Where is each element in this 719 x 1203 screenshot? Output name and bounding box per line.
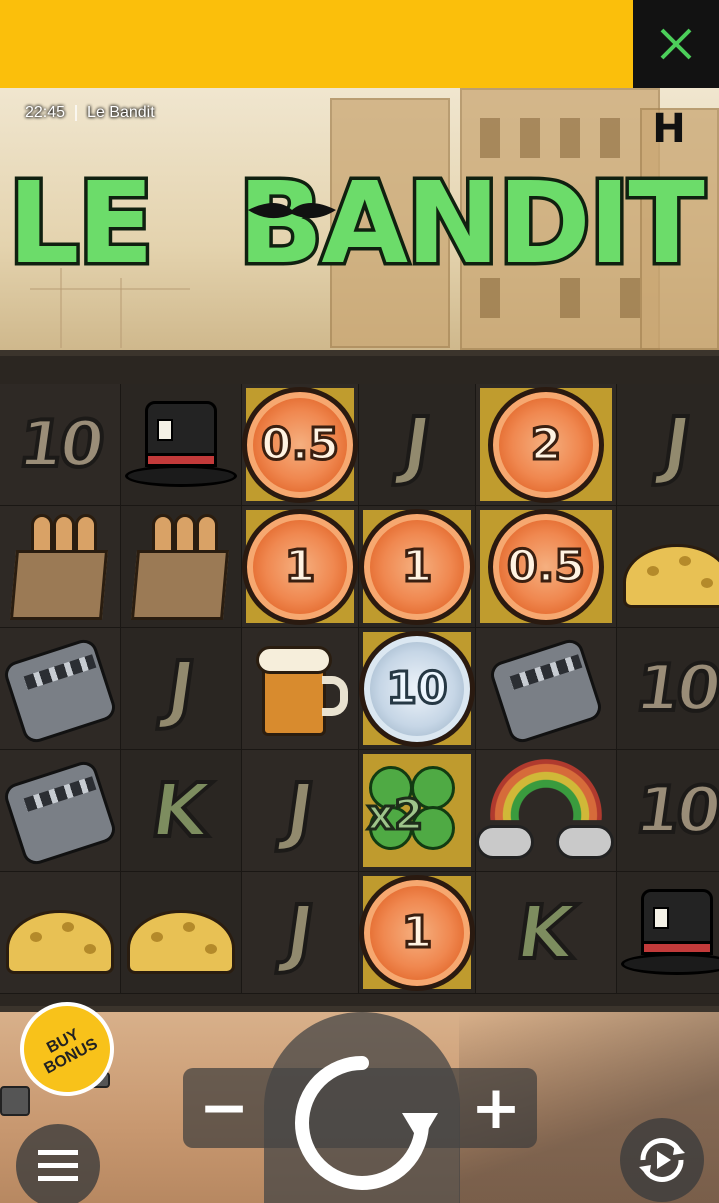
reel-cell: 2 [476, 384, 617, 506]
spin-icon [295, 1055, 438, 1190]
coin-symbol: 1 [359, 508, 475, 625]
coin-symbol: 0.5 [242, 386, 358, 503]
symbol-ten: 10 [629, 772, 719, 850]
logo-word-le: LE [8, 159, 152, 289]
reel-cell: 1 [359, 872, 476, 994]
hamburger-menu-icon [38, 1150, 78, 1181]
coin-value: 2 [529, 418, 563, 472]
increase-bet-button[interactable]: + [456, 1068, 536, 1148]
reel-cell: J [242, 750, 359, 872]
symbol-ten: 10 [12, 406, 107, 484]
coin-symbol: 2 [488, 386, 604, 503]
status-separator [75, 105, 78, 121]
menu-button[interactable] [16, 1124, 100, 1203]
logo-word-bandit: BANDIT [238, 159, 704, 289]
reel-cell: 0.5 [476, 506, 617, 628]
close-button[interactable] [633, 0, 719, 88]
symbol-jack: J [278, 888, 322, 978]
reel-cell [0, 872, 121, 994]
symbol-ten: 10 [629, 650, 719, 728]
reel-cell [0, 750, 121, 872]
app-name: Le Bandit [87, 104, 155, 121]
reel-cell [617, 506, 719, 628]
reel-cell [617, 872, 719, 994]
bear-trap-icon [487, 631, 605, 747]
cheese-icon [617, 512, 719, 622]
reel-frame: 10 0.5 J 2 J 1 1 0.5 J 10 10 K J x2 10 J 1 K [0, 350, 719, 1012]
coin-value: 10 [385, 662, 449, 716]
bear-trap-icon [1, 753, 119, 869]
reel-cell: 10 [359, 628, 476, 750]
reel-cell: x2 [359, 750, 476, 872]
decrease-bet-button[interactable]: − [184, 1068, 264, 1148]
symbol-jack: J [395, 400, 439, 490]
reel-cell [476, 750, 617, 872]
status-bar: 22:45 Le Bandit [25, 104, 155, 122]
spin-button[interactable] [264, 1012, 460, 1203]
silver-coin-symbol: 10 [359, 630, 475, 747]
top-hat-icon [121, 395, 241, 495]
reel-cell: J [617, 384, 719, 506]
clock-time: 22:45 [25, 104, 66, 121]
top-hat-icon [617, 883, 719, 983]
symbol-jack: J [159, 644, 203, 734]
reel-cell: 10 [0, 384, 121, 506]
cheese-icon [0, 878, 120, 988]
reel-cell: 1 [242, 506, 359, 628]
beer-mug-icon [242, 634, 358, 744]
reel-cell [0, 506, 121, 628]
reel-cell [121, 506, 242, 628]
bear-trap-icon [1, 631, 119, 747]
close-icon [660, 28, 692, 60]
autoplay-icon [639, 1137, 685, 1183]
reel-cell: J [121, 628, 242, 750]
coin-value: 1 [283, 540, 317, 594]
coin-symbol: 1 [242, 508, 358, 625]
game-logo: LE BANDIT [5, 156, 710, 291]
reel-cell [476, 628, 617, 750]
reel-cell: J [242, 872, 359, 994]
reel-cell [0, 628, 121, 750]
autoplay-button[interactable] [620, 1118, 704, 1202]
clover-multiplier-symbol: x2 [359, 756, 475, 866]
reel-cell [242, 628, 359, 750]
reel-cell: 10 [617, 750, 719, 872]
multiplier-value: x2 [365, 788, 424, 840]
symbol-jack: J [655, 400, 699, 490]
coin-value: 1 [400, 906, 434, 960]
reel-cell: K [476, 872, 617, 994]
coin-symbol: 1 [359, 874, 475, 991]
rainbow-icon [476, 753, 616, 869]
symbol-jack: J [278, 766, 322, 856]
reel-cell: 1 [359, 506, 476, 628]
coin-value: 0.5 [506, 540, 587, 594]
reel-cell [121, 872, 242, 994]
cheese-icon [121, 878, 241, 988]
reel-cell: 10 [617, 628, 719, 750]
reel-cell: J [359, 384, 476, 506]
reel-cell [121, 384, 242, 506]
reel-cell: K [121, 750, 242, 872]
reel-cell: 0.5 [242, 384, 359, 506]
bread-bag-icon [122, 510, 240, 624]
symbol-king: K [509, 888, 582, 978]
top-banner [0, 0, 633, 88]
coin-value: 0.5 [260, 418, 341, 472]
coin-value: 1 [400, 540, 434, 594]
reel-grid: 10 0.5 J 2 J 1 1 0.5 J 10 10 K J x2 10 J 1 K [0, 384, 719, 994]
symbol-king: K [144, 766, 217, 856]
coin-symbol: 0.5 [488, 508, 604, 625]
bread-bag-icon [1, 510, 119, 624]
